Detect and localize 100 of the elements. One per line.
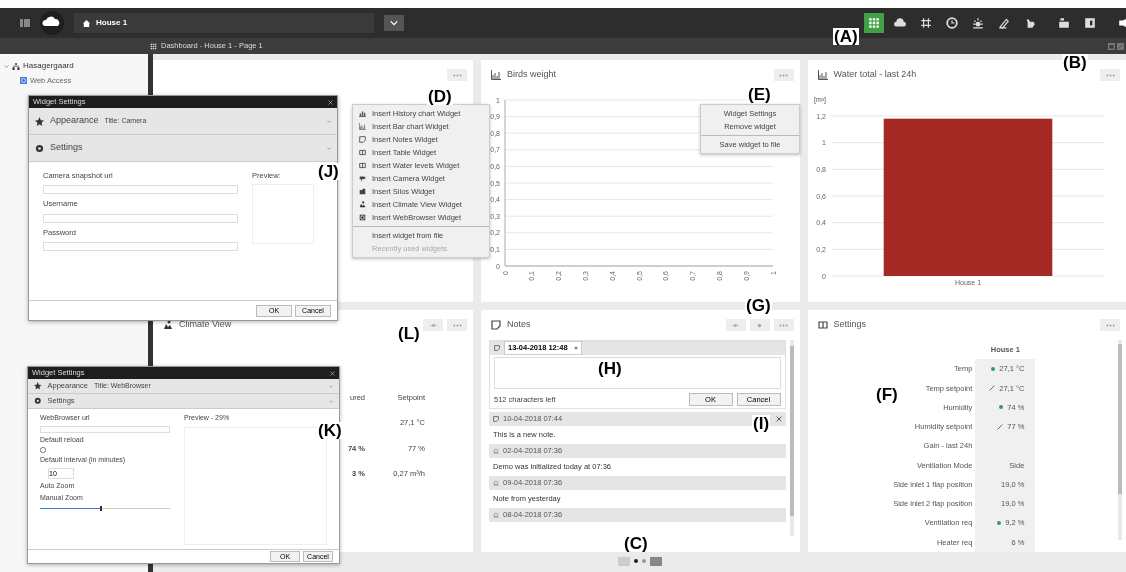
dropdown-button[interactable] [384,15,404,31]
bell-icon [493,512,499,518]
chart-icon [817,70,828,80]
widget-title: Climate View [179,318,232,332]
close-button[interactable] [330,370,335,376]
more-icon [1105,73,1115,77]
close-icon [775,416,782,422]
callout-label: (I) [752,415,771,432]
house-dropdown[interactable]: House 1 [74,13,374,33]
page-dot[interactable] [641,559,646,563]
pencil-icon [997,423,1004,430]
gear-icon [755,321,764,329]
note-text-field[interactable] [494,357,781,389]
house-icon [82,18,91,28]
section-title: Settings [50,141,83,155]
page-dot[interactable] [633,559,638,563]
cloud-icon [894,17,906,29]
widget-title: Notes [507,318,531,332]
door-icon [1084,17,1096,29]
climate-icon [359,201,366,208]
sidebar-toggle-icon [20,18,30,28]
status-dot-icon [997,521,1002,525]
silo-icon [359,188,366,195]
section-header[interactable]: Settings [29,135,337,162]
more-icon [452,73,462,77]
chevron-icon [329,399,333,403]
sun-icon [972,17,984,29]
input-field[interactable] [43,213,238,223]
widget-title: Birds weight [507,68,557,82]
globe-icon [20,77,27,85]
globe-icon [359,214,366,221]
pencil-icon [989,385,996,392]
camera-icon [359,175,366,182]
gear-icon [34,397,42,405]
input-field[interactable] [40,425,170,433]
status-dot-icon [999,405,1004,410]
window-icon [1108,42,1115,50]
callout-label: (C) [623,535,649,552]
bell-icon [493,448,499,454]
grid-icon [920,17,932,29]
delete-button[interactable] [775,416,782,422]
note-icon [493,416,499,422]
more-button[interactable] [773,319,794,331]
star-icon [34,382,42,390]
close-icon [330,370,335,376]
more-icon [779,323,788,327]
box-icon [1058,17,1070,29]
scrollbar[interactable] [789,340,794,536]
callout-label: (D) [427,88,453,105]
input-field[interactable] [43,241,238,251]
star-icon [35,116,44,126]
caret-down-icon [573,346,578,350]
callout-label: (B) [1062,54,1088,71]
checkbox[interactable] [40,447,46,453]
widget-title: Water total - last 24h [833,68,917,82]
grid-icon [868,17,880,29]
note-icon [491,320,501,330]
callout-label: (A) [833,28,859,45]
note-icon [359,136,366,143]
section-title: Appearance [50,114,99,128]
hand-icon [1024,17,1036,29]
more-icon [452,323,462,327]
next-page-button[interactable] [649,556,662,566]
more-button[interactable] [773,69,794,81]
tree-item[interactable]: Hasagergaard [23,60,74,72]
bell-icon [493,480,499,486]
chevron-icon [327,119,331,123]
note-icon [494,345,500,351]
callout-label: (J) [317,163,340,180]
chevron-icon [390,20,398,26]
clock-icon [946,17,958,29]
link-icon [428,321,438,329]
grid-icon [150,42,157,50]
more-button[interactable] [1100,319,1120,331]
callout-label: (G) [745,297,772,314]
table-icon [359,149,366,156]
callout-label: (E) [747,86,772,103]
close-icon [328,99,333,105]
close-button[interactable] [328,99,333,105]
chart-icon [359,110,366,117]
chart-icon [491,70,501,80]
table-icon [359,162,366,169]
widget-title: Settings [833,318,867,332]
status-dot-icon [991,366,996,371]
more-button[interactable] [1100,69,1120,81]
more-icon [1105,323,1115,327]
more-button[interactable] [447,69,467,81]
more-icon [779,73,788,77]
more-button[interactable] [447,319,467,331]
gear-icon [35,143,44,153]
chevron-icon [329,384,333,388]
scrollbar[interactable] [1118,340,1122,540]
table-icon [817,320,828,330]
callout-label: (H) [597,360,623,377]
input-field[interactable] [43,185,238,195]
logo-icon[interactable] [40,11,64,35]
edit-icon [998,17,1010,29]
callout-label: (K) [317,422,343,439]
chart-icon [359,123,366,130]
sitemap-icon [12,62,20,70]
